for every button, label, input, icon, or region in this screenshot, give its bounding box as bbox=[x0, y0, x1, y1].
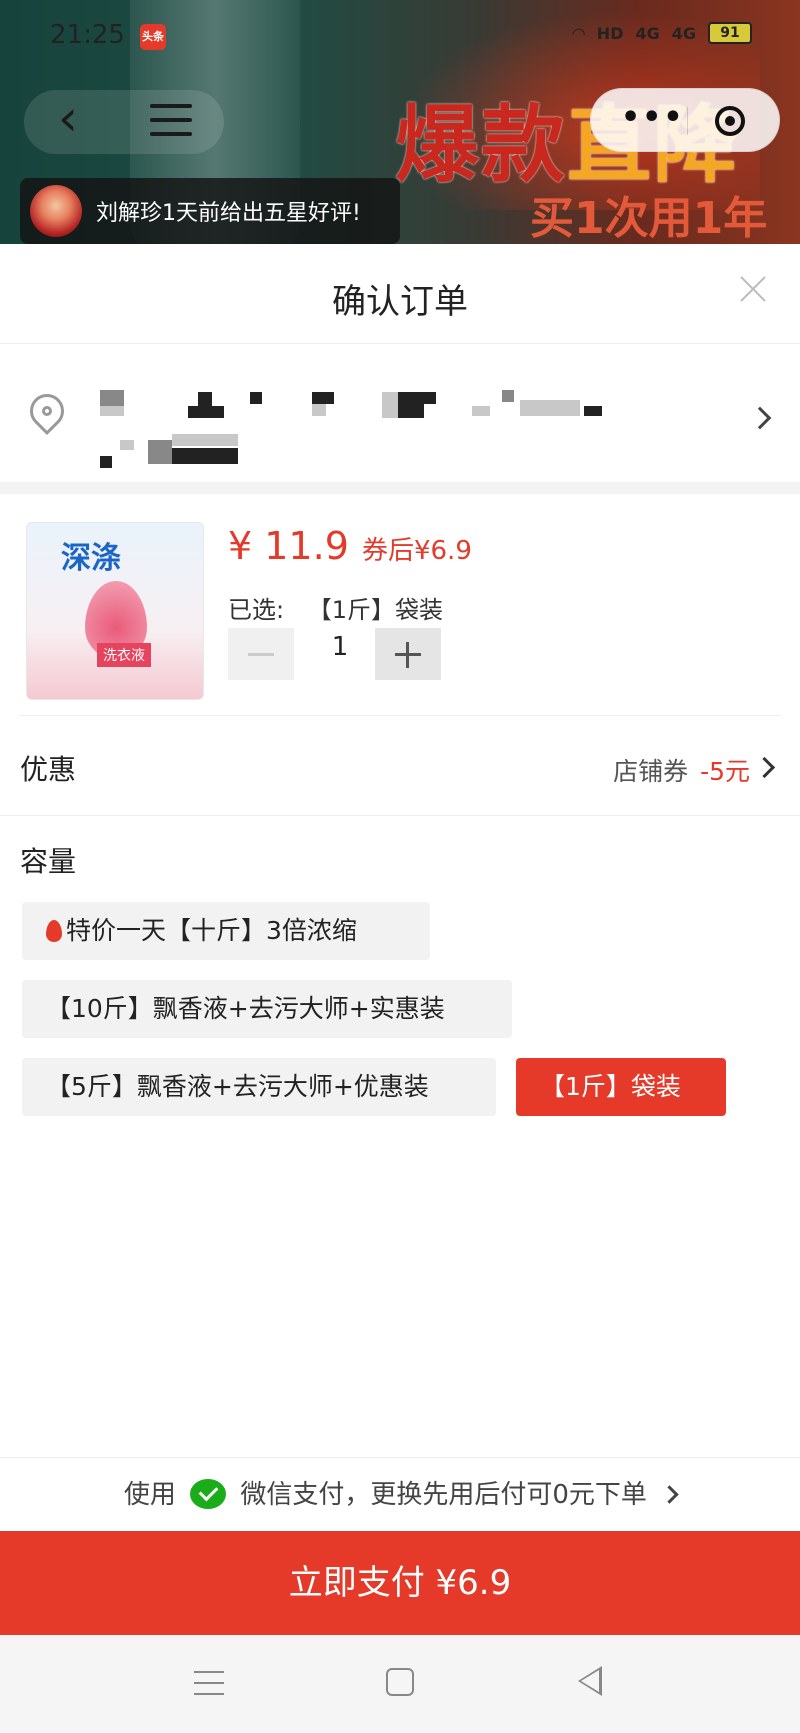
signal-icon-2: 4G bbox=[671, 23, 696, 43]
chevron-right-icon bbox=[660, 1485, 679, 1504]
capacity-option-label: 【1斤】袋装 bbox=[540, 1072, 681, 1101]
close-icon[interactable] bbox=[738, 274, 768, 304]
capacity-option-label: 【5斤】飘香液+去污大师+优惠装 bbox=[46, 1072, 429, 1101]
review-toast: 刘解珍1天前给出五星好评! bbox=[20, 178, 400, 244]
fire-icon bbox=[46, 920, 62, 942]
more-icon[interactable]: ••• bbox=[621, 103, 685, 133]
capacity-option-label: 特价一天【十斤】3倍浓缩 bbox=[66, 916, 357, 945]
close-miniprogram-icon[interactable] bbox=[715, 106, 745, 136]
home-icon[interactable] bbox=[386, 1668, 414, 1696]
sheet-header: 确认订单 bbox=[0, 244, 800, 344]
product-image: 深涤 洗衣液 bbox=[26, 522, 204, 700]
coupon-amount: -5元 bbox=[700, 757, 750, 786]
nav-pill bbox=[24, 90, 224, 154]
system-icons: ◠ HD 4G 4G 91 bbox=[572, 22, 752, 44]
payment-method-row[interactable]: 使用 微信支付，更换先用后付可0元下单 bbox=[0, 1457, 800, 1531]
quantity-value[interactable]: 1 bbox=[320, 632, 360, 662]
quantity-decrement-button[interactable] bbox=[228, 628, 294, 680]
capacity-option[interactable]: 特价一天【十斤】3倍浓缩 bbox=[22, 902, 430, 960]
battery-icon: 91 bbox=[708, 22, 752, 44]
chevron-right-icon bbox=[753, 756, 776, 779]
page-title: 确认订单 bbox=[332, 282, 468, 322]
coupon-price: 券后¥6.9 bbox=[361, 536, 472, 566]
selected-value: 【1斤】袋装 bbox=[307, 596, 444, 624]
chevron-right-icon bbox=[748, 406, 772, 430]
capacity-title: 容量 bbox=[20, 845, 77, 878]
pay-now-button[interactable]: 立即支付 ¥6.9 bbox=[0, 1531, 800, 1635]
quantity-increment-button[interactable] bbox=[375, 628, 441, 680]
status-bar: 21:25 头条 ◠ HD 4G 4G 91 bbox=[0, 0, 800, 70]
avatar bbox=[30, 185, 82, 237]
selected-label: 已选: bbox=[228, 596, 285, 624]
product-brand: 深涤 bbox=[61, 541, 121, 576]
capacity-option-label: 【10斤】飘香液+去污大师+实惠装 bbox=[46, 994, 445, 1023]
toutiao-app-icon: 头条 bbox=[140, 24, 166, 50]
banner-promo-sub: 买1次用1年 bbox=[530, 193, 768, 244]
status-time: 21:25 bbox=[50, 20, 125, 50]
coupon-summary: 店铺券 -5元 bbox=[613, 752, 750, 788]
banner-promo-part1: 爆款 bbox=[395, 96, 568, 194]
product-price: ¥ 11.9 bbox=[228, 524, 349, 568]
wechat-pay-icon bbox=[190, 1479, 227, 1509]
payment-note-text: 微信支付，更换先用后付可0元下单 bbox=[240, 1480, 647, 1510]
selected-variant: 已选: 【1斤】袋装 bbox=[228, 590, 443, 625]
discount-label: 优惠 bbox=[20, 753, 77, 786]
payment-note-prefix: 使用 bbox=[123, 1480, 176, 1510]
product-image-tag: 洗衣液 bbox=[97, 643, 151, 667]
capacity-option[interactable]: 【10斤】飘香液+去污大师+实惠装 bbox=[22, 980, 512, 1038]
discount-row[interactable]: 优惠 店铺券 -5元 bbox=[0, 716, 800, 816]
address-row[interactable] bbox=[0, 344, 800, 494]
review-toast-text: 刘解珍1天前给出五星好评! bbox=[96, 201, 361, 226]
system-back-icon[interactable] bbox=[578, 1666, 602, 1696]
menu-icon[interactable] bbox=[150, 104, 192, 138]
coupon-name: 店铺券 bbox=[613, 757, 689, 786]
location-pin-icon bbox=[22, 386, 72, 436]
system-navigation-bar bbox=[0, 1635, 800, 1733]
address-text-redacted bbox=[100, 384, 700, 474]
miniprogram-capsule: ••• bbox=[590, 88, 780, 152]
capacity-option[interactable]: 【5斤】飘香液+去污大师+优惠装 bbox=[22, 1058, 496, 1116]
signal-icon-1: 4G bbox=[635, 23, 660, 43]
price-line: ¥ 11.9 券后¥6.9 bbox=[228, 524, 472, 568]
back-icon[interactable]: ‹ bbox=[58, 93, 98, 146]
capacity-section: 容量 特价一天【十斤】3倍浓缩 【10斤】飘香液+去污大师+实惠装 【5斤】飘香… bbox=[0, 816, 800, 1116]
capacity-option-selected[interactable]: 【1斤】袋装 bbox=[516, 1058, 726, 1116]
product-card: 深涤 洗衣液 ¥ 11.9 券后¥6.9 已选: 【1斤】袋装 1 bbox=[20, 494, 780, 716]
hd-icon: HD bbox=[596, 23, 624, 43]
recent-apps-icon[interactable] bbox=[194, 1671, 224, 1695]
wifi-icon: ◠ bbox=[572, 23, 585, 43]
